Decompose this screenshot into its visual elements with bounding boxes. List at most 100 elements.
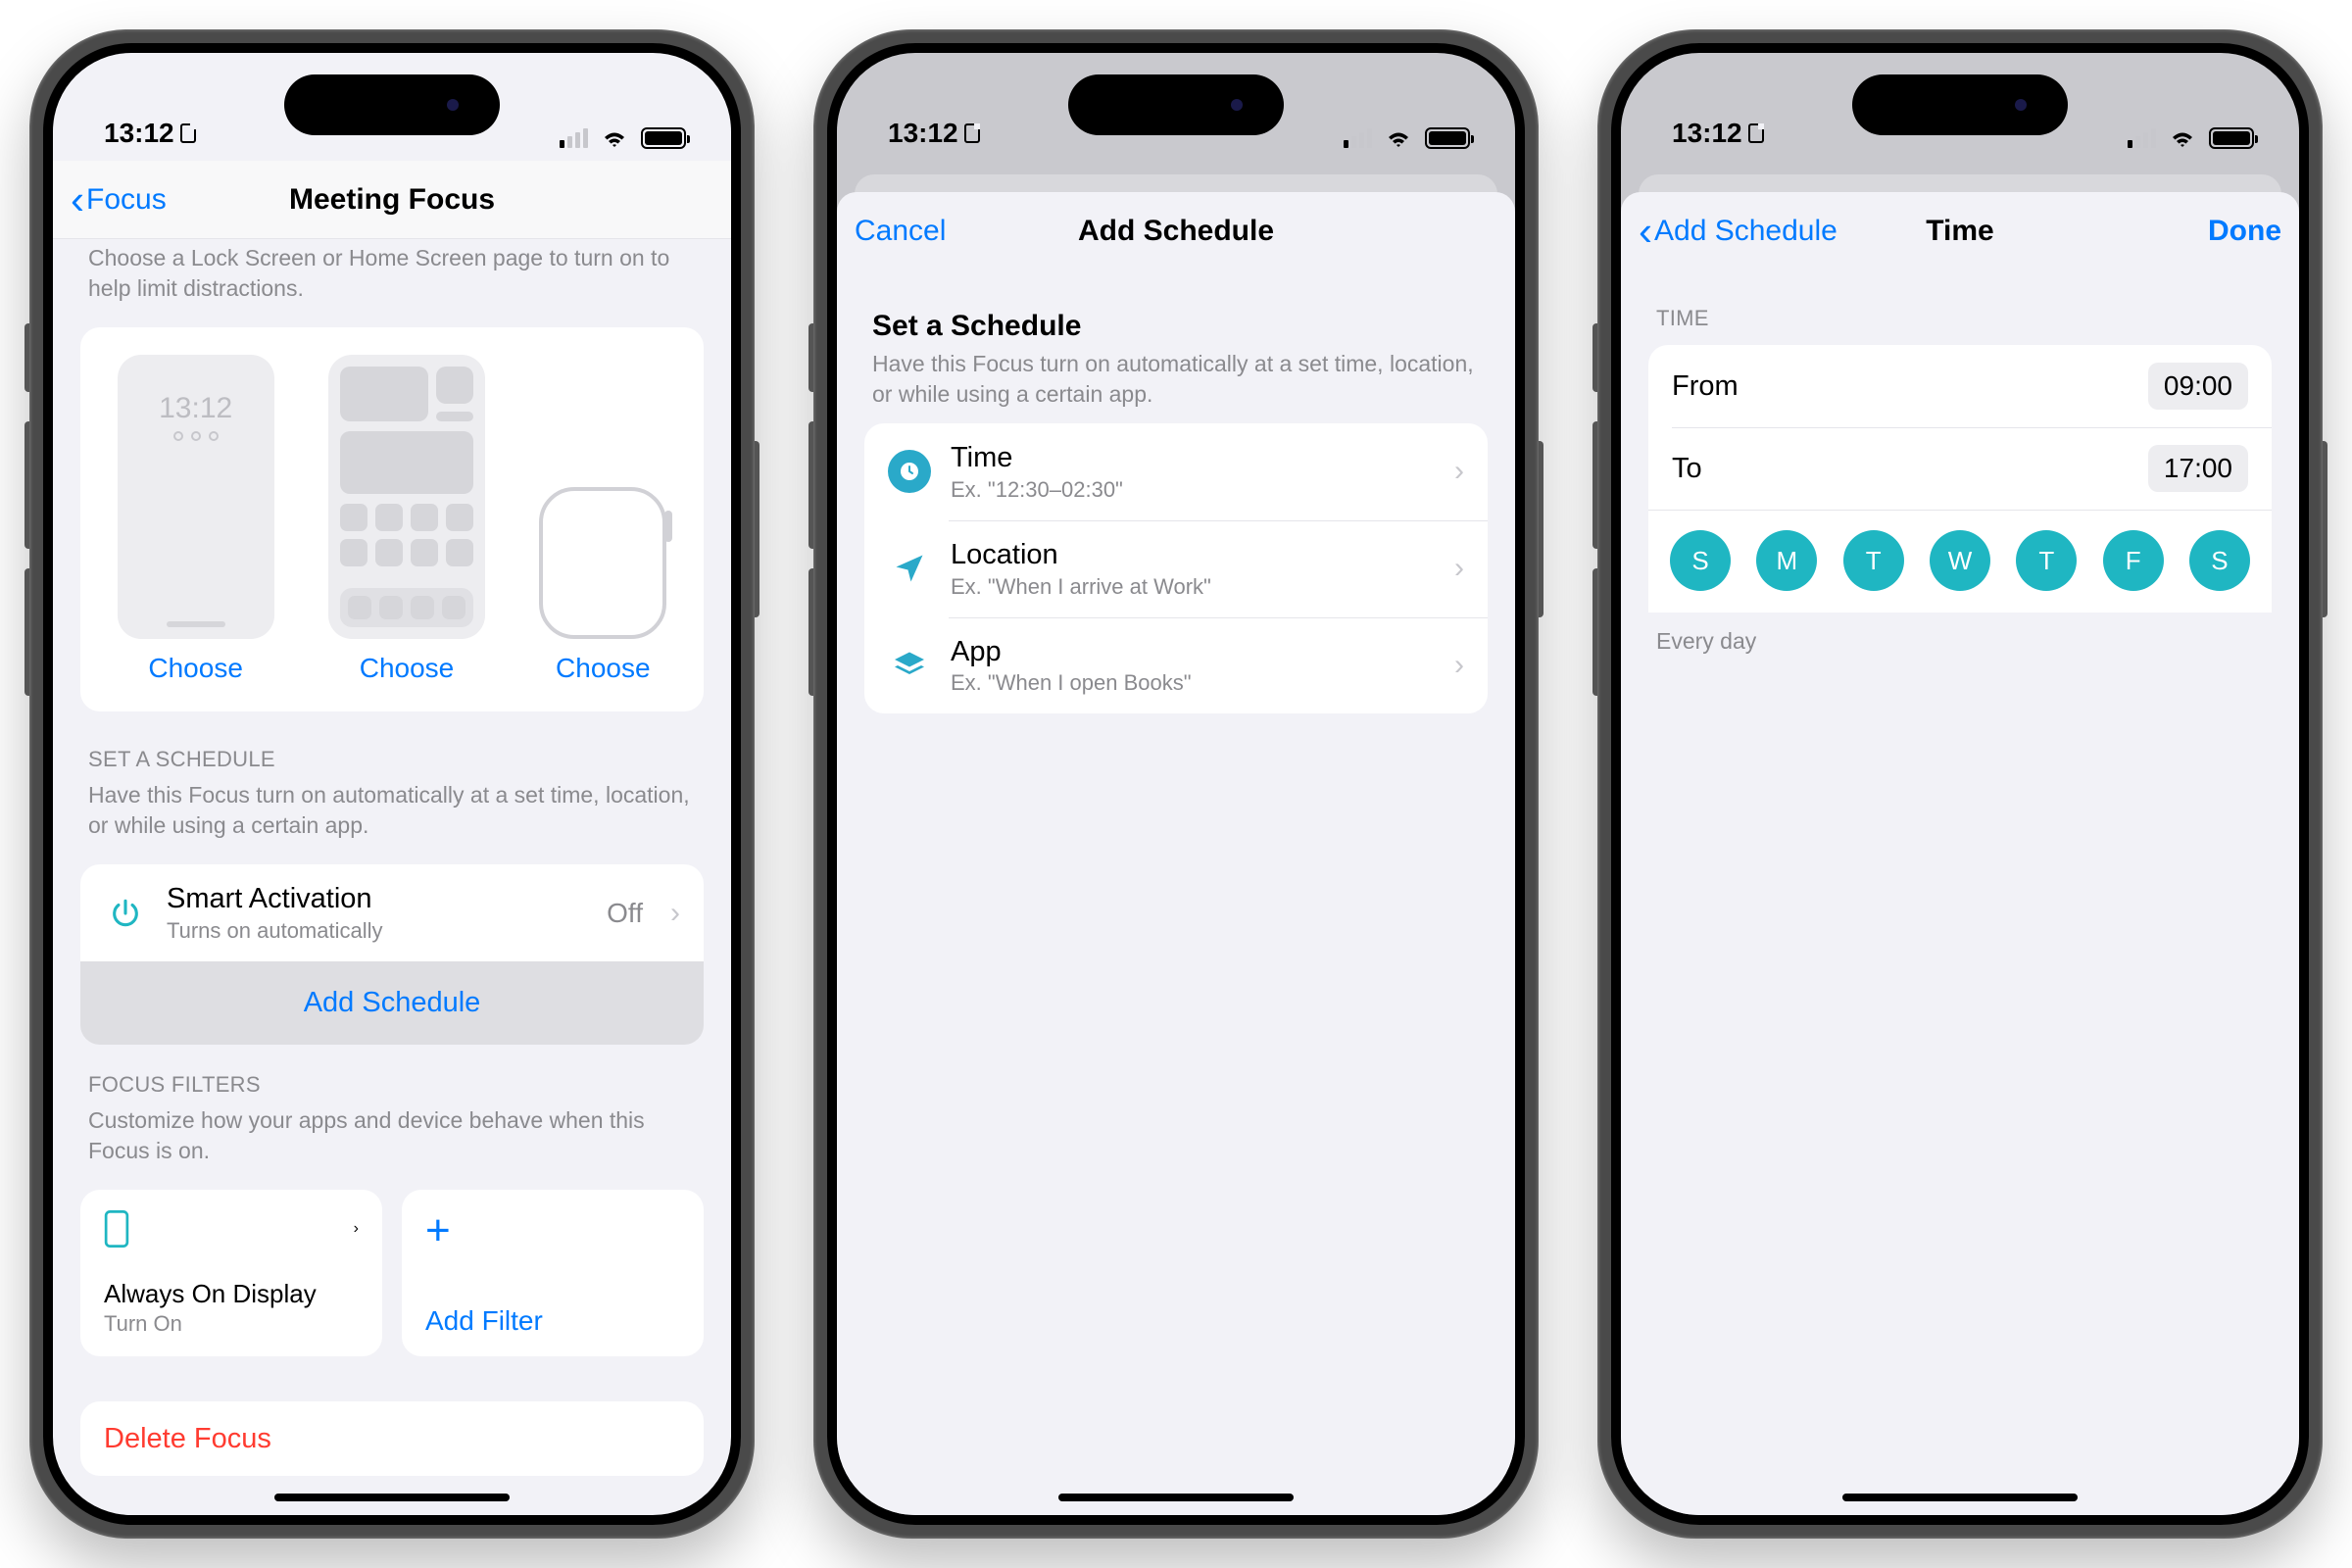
phone-frame-1: 13:12 ‹ Focus Meeting Focus Choose a Loc…	[29, 29, 755, 1539]
cellular-icon	[1344, 128, 1372, 148]
done-button[interactable]: Done	[2208, 215, 2281, 248]
smart-activation-title: Smart Activation	[167, 882, 587, 916]
day-fri[interactable]: F	[2103, 530, 2164, 591]
cancel-button[interactable]: Cancel	[855, 215, 946, 248]
status-time: 13:12	[888, 118, 958, 149]
back-button[interactable]: ‹ Add Schedule	[1639, 211, 1838, 252]
to-value[interactable]: 17:00	[2148, 445, 2248, 492]
add-schedule-label: Add Schedule	[304, 987, 481, 1018]
filters-section-header: FOCUS FILTERS	[53, 1045, 731, 1103]
day-tue[interactable]: T	[1843, 530, 1904, 591]
phone-frame-3: 13:12 ‹ Add Schedule Time Done TIME	[1597, 29, 2323, 1539]
battery-icon	[1425, 127, 1470, 149]
sheet-title: Add Schedule	[1078, 215, 1274, 248]
phone-icon	[104, 1210, 129, 1248]
dynamic-island	[1068, 74, 1284, 135]
option-location[interactable]: Location Ex. "When I arrive at Work" ›	[864, 520, 1488, 617]
plus-icon: +	[425, 1209, 680, 1252]
schedule-section-header: SET A SCHEDULE	[53, 719, 731, 778]
schedule-header: Set a Schedule	[872, 310, 1480, 343]
filters-section-hint: Customize how your apps and device behav…	[53, 1103, 731, 1182]
back-label: Add Schedule	[1654, 215, 1838, 248]
time-section-header: TIME	[1621, 270, 2299, 337]
dynamic-island	[1852, 74, 2068, 135]
option-app[interactable]: App Ex. "When I open Books" ›	[864, 617, 1488, 714]
schedule-sub: Have this Focus turn on automatically at…	[872, 349, 1480, 410]
option-sub: Ex. "12:30–02:30"	[951, 477, 1427, 503]
app-stack-icon	[888, 644, 931, 687]
smart-activation-row[interactable]: Smart Activation Turns on automatically …	[80, 864, 704, 961]
day-mon[interactable]: M	[1756, 530, 1817, 591]
add-schedule-button[interactable]: Add Schedule	[80, 961, 704, 1045]
clock-icon	[888, 450, 931, 493]
to-row[interactable]: To 17:00	[1648, 427, 2272, 510]
chevron-left-icon: ‹	[71, 179, 84, 220]
from-label: From	[1672, 369, 2129, 404]
repeat-label: Every day	[1621, 612, 2299, 672]
schedule-options-card: Time Ex. "12:30–02:30" › Location Ex. "W…	[864, 423, 1488, 713]
add-filter-label: Add Filter	[425, 1305, 680, 1337]
day-wed[interactable]: W	[1930, 530, 1990, 591]
sim-icon	[180, 123, 196, 143]
customize-screens-card: 13:12 Choose Choose	[80, 327, 704, 711]
wifi-icon	[1384, 127, 1413, 149]
home-screen-preview[interactable]	[328, 355, 485, 639]
sim-icon	[964, 123, 980, 143]
option-title: Location	[951, 538, 1427, 572]
chevron-right-icon: ›	[1446, 455, 1464, 488]
chevron-right-icon: ›	[354, 1220, 359, 1238]
filter-title: Always On Display	[104, 1279, 359, 1309]
option-sub: Ex. "When I open Books"	[951, 670, 1427, 696]
choose-lock-button[interactable]: Choose	[148, 653, 243, 684]
back-label: Focus	[86, 183, 167, 217]
to-label: To	[1672, 452, 2129, 486]
from-row[interactable]: From 09:00	[1648, 345, 2272, 427]
day-sun[interactable]: S	[1670, 530, 1731, 591]
modal-sheet: ‹ Add Schedule Time Done TIME From 09:00…	[1621, 192, 2299, 1515]
back-button[interactable]: ‹ Focus	[71, 179, 167, 220]
power-icon	[104, 892, 147, 935]
option-sub: Ex. "When I arrive at Work"	[951, 574, 1427, 600]
wifi-icon	[2168, 127, 2197, 149]
home-indicator[interactable]	[274, 1494, 510, 1501]
nav-bar: ‹ Focus Meeting Focus	[53, 161, 731, 239]
customize-hint: Choose a Lock Screen or Home Screen page…	[53, 239, 731, 319]
lock-screen-preview[interactable]: 13:12	[118, 355, 274, 639]
from-value[interactable]: 09:00	[2148, 363, 2248, 410]
cellular-icon	[2128, 128, 2156, 148]
delete-focus-button[interactable]: Delete Focus	[80, 1401, 704, 1476]
delete-focus-label: Delete Focus	[104, 1423, 271, 1455]
add-filter-card[interactable]: + Add Filter	[402, 1190, 704, 1356]
sheet-title: Time	[1926, 215, 1993, 248]
battery-icon	[641, 127, 686, 149]
sim-icon	[1748, 123, 1764, 143]
day-sat[interactable]: S	[2189, 530, 2250, 591]
battery-icon	[2209, 127, 2254, 149]
choose-watch-button[interactable]: Choose	[556, 653, 651, 684]
smart-activation-value: Off	[607, 898, 643, 929]
chevron-left-icon: ‹	[1639, 211, 1652, 252]
status-time: 13:12	[1672, 118, 1742, 149]
smart-activation-sub: Turns on automatically	[167, 918, 587, 944]
home-indicator[interactable]	[1842, 1494, 2078, 1501]
chevron-right-icon: ›	[1446, 552, 1464, 585]
status-time: 13:12	[104, 118, 174, 149]
location-icon	[888, 547, 931, 590]
page-title: Meeting Focus	[289, 183, 495, 217]
day-picker: S M T W T F S	[1648, 511, 2272, 612]
home-indicator[interactable]	[1058, 1494, 1294, 1501]
wifi-icon	[600, 127, 629, 149]
schedule-section-hint: Have this Focus turn on automatically at…	[53, 778, 731, 857]
option-time[interactable]: Time Ex. "12:30–02:30" ›	[864, 423, 1488, 520]
cellular-icon	[560, 128, 588, 148]
dynamic-island	[284, 74, 500, 135]
chevron-right-icon: ›	[662, 897, 680, 930]
filter-card-aod[interactable]: › Always On Display Turn On	[80, 1190, 382, 1356]
day-thu[interactable]: T	[2016, 530, 2077, 591]
option-title: App	[951, 635, 1427, 669]
option-title: Time	[951, 441, 1427, 475]
watch-preview[interactable]	[539, 487, 666, 639]
choose-home-button[interactable]: Choose	[360, 653, 455, 684]
chevron-right-icon: ›	[1446, 649, 1464, 682]
phone-frame-2: 13:12 Cancel Add Schedule Set a Schedule…	[813, 29, 1539, 1539]
